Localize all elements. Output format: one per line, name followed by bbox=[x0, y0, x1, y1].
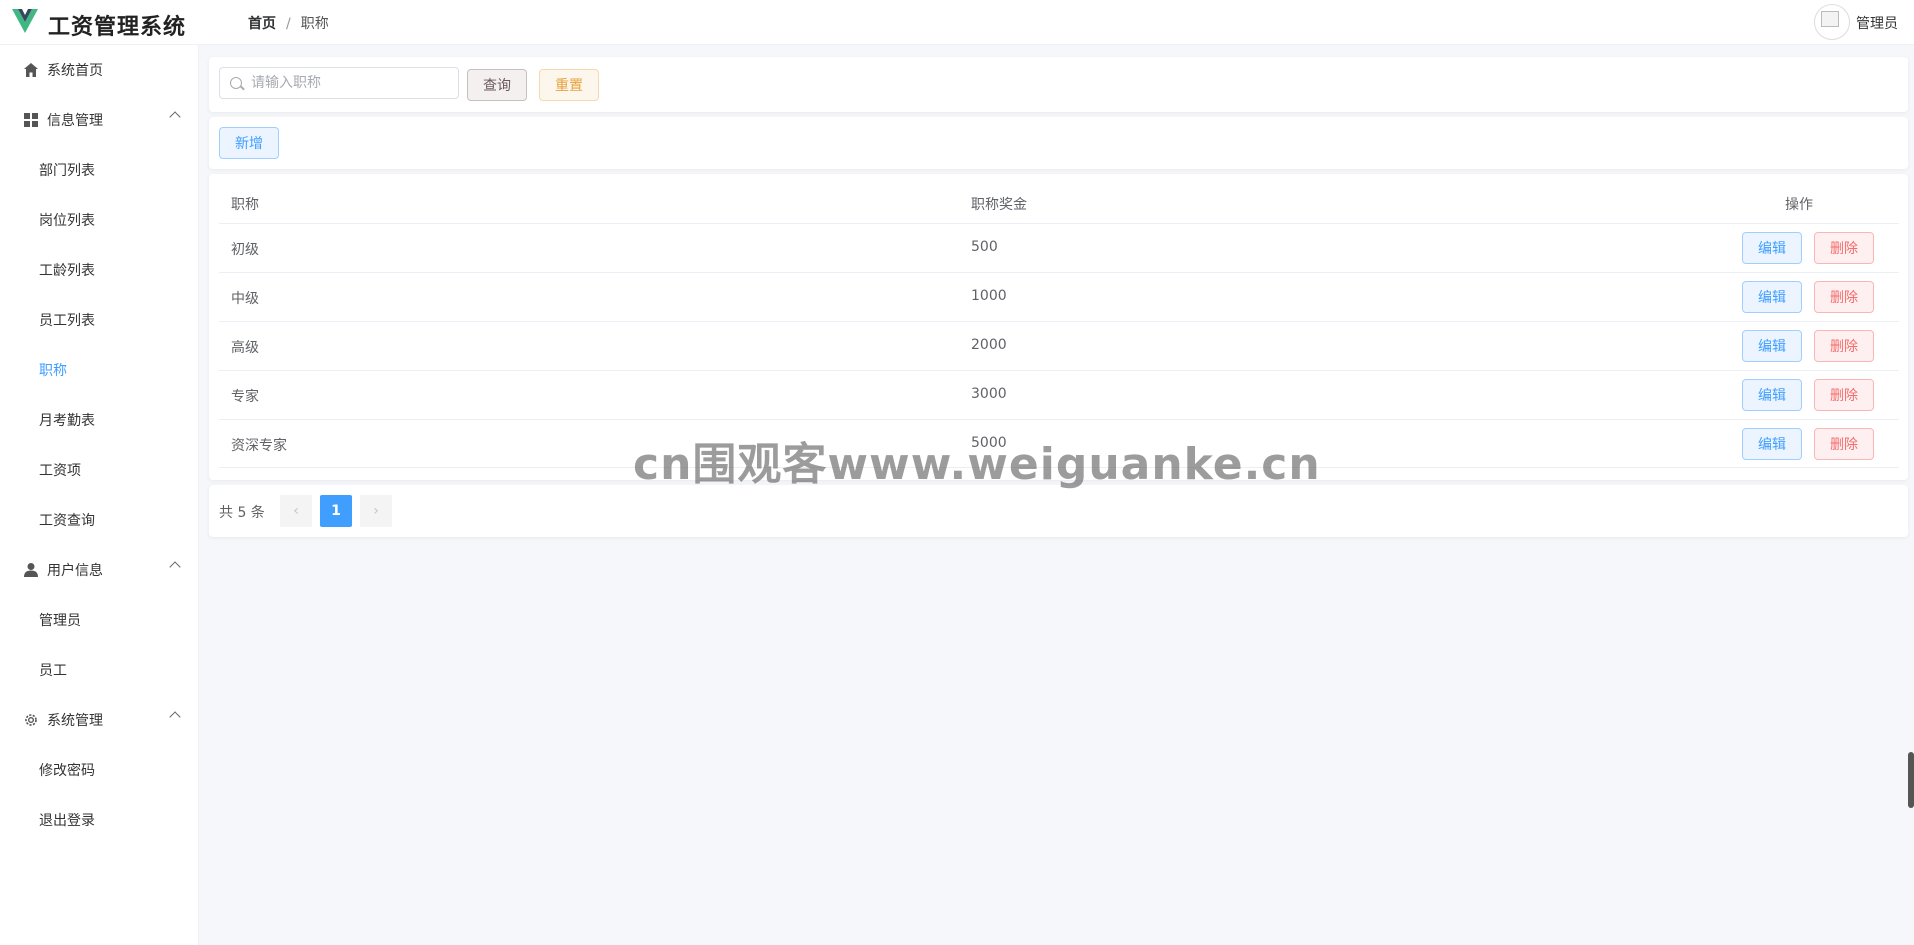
delete-button[interactable]: 删除 bbox=[1814, 428, 1874, 460]
column-header-title: 职称 bbox=[231, 197, 259, 213]
pagination-card: 共 5 条 ‹ 1 › bbox=[209, 485, 1908, 537]
breadcrumb-current: 职称 bbox=[300, 16, 329, 32]
sidebar-item-home[interactable]: 系统首页 bbox=[0, 45, 199, 95]
column-header-bonus: 职称奖金 bbox=[971, 197, 1027, 213]
chevron-up-icon bbox=[169, 111, 181, 123]
toolbar-card: 新增 bbox=[209, 117, 1908, 169]
sidebar-group-label: 系统管理 bbox=[47, 713, 103, 729]
bonus-cell: 1000 bbox=[971, 288, 1007, 304]
delete-button[interactable]: 删除 bbox=[1814, 232, 1874, 264]
vue-logo-icon bbox=[12, 9, 38, 33]
delete-button[interactable]: 删除 bbox=[1814, 330, 1874, 362]
table-row: 中级 1000 编辑 删除 bbox=[219, 272, 1899, 321]
home-icon bbox=[24, 63, 38, 77]
edit-button[interactable]: 编辑 bbox=[1742, 379, 1802, 411]
user-name[interactable]: 管理员 bbox=[1856, 13, 1898, 33]
sidebar-item-logout[interactable]: 退出登录 bbox=[0, 795, 199, 845]
sidebar-item-job-title[interactable]: 职称 bbox=[0, 345, 199, 395]
sidebar-item-seniority-list[interactable]: 工龄列表 bbox=[0, 245, 199, 295]
gear-icon bbox=[25, 714, 37, 726]
sidebar-item-monthly-attendance[interactable]: 月考勤表 bbox=[0, 395, 199, 445]
pagination-total: 共 5 条 bbox=[219, 505, 265, 521]
sidebar-item-employee-list[interactable]: 员工列表 bbox=[0, 295, 199, 345]
app-title: 工资管理系统 bbox=[48, 15, 187, 40]
edit-button[interactable]: 编辑 bbox=[1742, 281, 1802, 313]
user-icon bbox=[24, 563, 38, 577]
prev-page-button[interactable]: ‹ bbox=[280, 495, 312, 527]
delete-button[interactable]: 删除 bbox=[1814, 281, 1874, 313]
avatar[interactable] bbox=[1814, 4, 1850, 40]
table-row: 初级 500 编辑 删除 bbox=[219, 223, 1899, 272]
top-header: 工资管理系统 首页 / 职称 管理员 bbox=[0, 0, 1914, 45]
title-cell: 专家 bbox=[231, 389, 259, 405]
title-cell: 初级 bbox=[231, 242, 259, 258]
title-cell: 高级 bbox=[231, 340, 259, 356]
sidebar-item-change-password[interactable]: 修改密码 bbox=[0, 745, 199, 795]
breadcrumb-separator: / bbox=[286, 16, 291, 32]
sidebar-group-system[interactable]: 系统管理 bbox=[0, 695, 199, 745]
sidebar-group-label: 信息管理 bbox=[47, 113, 103, 129]
grid-icon bbox=[24, 113, 38, 127]
sidebar: 系统首页 信息管理 部门列表 岗位列表 工龄列表 员工列表 职称 月考勤表 工资… bbox=[0, 45, 199, 945]
table-row: 专家 3000 编辑 删除 bbox=[219, 370, 1899, 419]
sidebar-item-salary-query[interactable]: 工资查询 bbox=[0, 495, 199, 545]
chevron-up-icon bbox=[169, 561, 181, 573]
bonus-cell: 3000 bbox=[971, 386, 1007, 402]
sidebar-item-employee[interactable]: 员工 bbox=[0, 645, 199, 695]
edit-button[interactable]: 编辑 bbox=[1742, 428, 1802, 460]
edit-button[interactable]: 编辑 bbox=[1742, 232, 1802, 264]
table-row: 高级 2000 编辑 删除 bbox=[219, 321, 1899, 370]
next-page-button[interactable]: › bbox=[360, 495, 392, 527]
scroll-handle[interactable] bbox=[1908, 752, 1914, 808]
reset-button[interactable]: 重置 bbox=[539, 69, 599, 101]
breadcrumb: 首页 / 职称 bbox=[248, 13, 329, 33]
watermark: cn围观客www.weiguanke.cn bbox=[633, 439, 1321, 490]
bonus-cell: 500 bbox=[971, 239, 998, 255]
search-input[interactable] bbox=[251, 72, 451, 94]
sidebar-item-salary-items[interactable]: 工资项 bbox=[0, 445, 199, 495]
sidebar-item-department-list[interactable]: 部门列表 bbox=[0, 145, 199, 195]
search-icon bbox=[230, 77, 242, 89]
search-input-wrapper[interactable] bbox=[219, 67, 459, 99]
breadcrumb-home[interactable]: 首页 bbox=[248, 16, 276, 32]
chevron-up-icon bbox=[169, 711, 181, 723]
sidebar-group-info[interactable]: 信息管理 bbox=[0, 95, 199, 145]
title-cell: 中级 bbox=[231, 291, 259, 307]
sidebar-group-user[interactable]: 用户信息 bbox=[0, 545, 199, 595]
bonus-cell: 2000 bbox=[971, 337, 1007, 353]
sidebar-group-label: 用户信息 bbox=[47, 563, 103, 579]
sidebar-item-admin[interactable]: 管理员 bbox=[0, 595, 199, 645]
sidebar-item-label: 系统首页 bbox=[47, 63, 103, 79]
column-header-actions: 操作 bbox=[1785, 197, 1813, 213]
delete-button[interactable]: 删除 bbox=[1814, 379, 1874, 411]
edit-button[interactable]: 编辑 bbox=[1742, 330, 1802, 362]
page-number-button[interactable]: 1 bbox=[320, 495, 352, 527]
search-card: 查询 重置 bbox=[209, 57, 1908, 112]
add-button[interactable]: 新增 bbox=[219, 127, 279, 159]
title-cell: 资深专家 bbox=[231, 438, 287, 454]
sidebar-item-position-list[interactable]: 岗位列表 bbox=[0, 195, 199, 245]
query-button[interactable]: 查询 bbox=[467, 69, 527, 101]
